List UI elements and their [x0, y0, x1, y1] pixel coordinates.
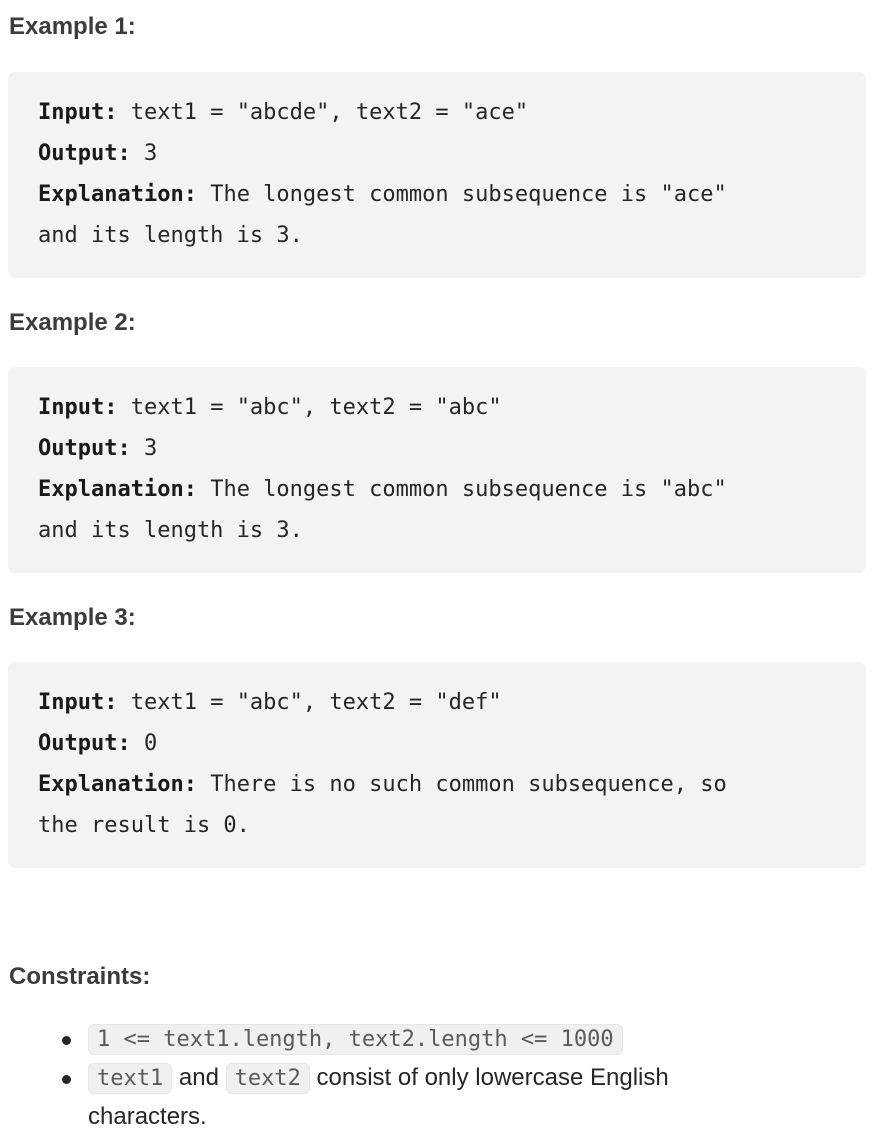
output-line: Output: 3	[38, 133, 836, 174]
output-line: Output: 3	[38, 428, 836, 469]
input-value: text1 = "abcde", text2 = "ace"	[117, 100, 529, 125]
explanation-line: Explanation: The longest common subseque…	[38, 174, 836, 215]
explanation-text: The longest common subsequence is "abc"	[196, 477, 727, 502]
constraints-heading: Constraints:	[9, 963, 151, 990]
output-value: 0	[130, 731, 158, 756]
input-line: Input: text1 = "abcde", text2 = "ace"	[38, 92, 836, 133]
explanation-line: Explanation: There is no such common sub…	[38, 764, 836, 805]
explanation-text: The longest common subsequence is "ace"	[196, 182, 727, 207]
explanation-label: Explanation:	[38, 772, 197, 797]
explanation-continuation: the result is 0.	[38, 813, 250, 838]
example-2-block: Input: text1 = "abc", text2 = "abc" Outp…	[8, 367, 866, 573]
explanation-label: Explanation:	[38, 182, 197, 207]
output-label: Output:	[38, 731, 131, 756]
output-value: 3	[130, 141, 158, 166]
output-line: Output: 0	[38, 723, 836, 764]
input-value: text1 = "abc", text2 = "def"	[117, 690, 502, 715]
input-label: Input:	[38, 100, 118, 125]
example-3-block: Input: text1 = "abc", text2 = "def" Outp…	[8, 662, 866, 868]
example-2-heading: Example 2:	[9, 309, 136, 336]
bullet-icon	[62, 1036, 71, 1045]
output-label: Output:	[38, 141, 131, 166]
constraint-text: and	[172, 1064, 226, 1091]
constraint-item: 1 <= text1.length, text2.length <= 1000	[0, 1020, 768, 1059]
inline-code: 1 <= text1.length, text2.length <= 1000	[88, 1024, 623, 1055]
example-1-heading: Example 1:	[9, 13, 136, 40]
bullet-icon	[62, 1075, 71, 1084]
input-label: Input:	[38, 395, 118, 420]
explanation-continuation: and its length is 3.	[38, 223, 303, 248]
output-label: Output:	[38, 436, 131, 461]
example-1-block: Input: text1 = "abcde", text2 = "ace" Ou…	[8, 72, 866, 278]
explanation-text: There is no such common subsequence, so	[196, 772, 727, 797]
inline-code: text2	[225, 1063, 310, 1094]
input-value: text1 = "abc", text2 = "abc"	[117, 395, 502, 420]
explanation-continuation: and its length is 3.	[38, 518, 303, 543]
constraint-item: text1 and text2 consist of only lowercas…	[0, 1059, 768, 1136]
input-label: Input:	[38, 690, 118, 715]
output-value: 3	[130, 436, 158, 461]
input-line: Input: text1 = "abc", text2 = "abc"	[38, 387, 836, 428]
inline-code: text1	[88, 1063, 173, 1094]
constraints-list: 1 <= text1.length, text2.length <= 1000 …	[0, 1020, 884, 1136]
explanation-line: Explanation: The longest common subseque…	[38, 469, 836, 510]
example-3-heading: Example 3:	[9, 604, 136, 631]
input-line: Input: text1 = "abc", text2 = "def"	[38, 682, 836, 723]
explanation-label: Explanation:	[38, 477, 197, 502]
